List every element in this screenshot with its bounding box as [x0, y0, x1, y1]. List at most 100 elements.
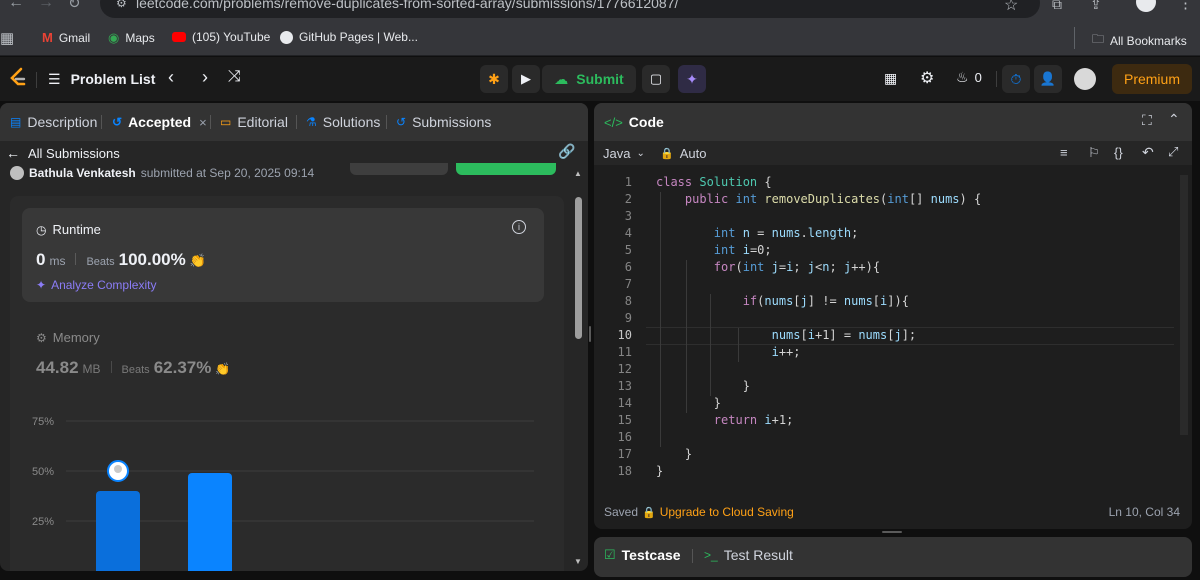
left-scroll-thumb[interactable] [575, 197, 582, 339]
streak-counter[interactable]: ♨ 0 [956, 69, 982, 86]
tab-testcase[interactable]: ☑ Testcase [604, 547, 681, 563]
debug-button[interactable]: ✱ [480, 65, 508, 93]
play-icon: ▶ [521, 71, 531, 86]
chart-bar[interactable] [96, 491, 140, 571]
cloud-upload-icon: ☁ [554, 70, 569, 87]
bookmark-maps[interactable]: ◉ Maps [108, 30, 155, 46]
premium-button[interactable]: Premium [1112, 64, 1192, 94]
panel-resize-handle[interactable] [589, 326, 591, 342]
lock-small-icon: 🔒 [642, 506, 656, 519]
line-number: 4 [624, 226, 632, 240]
tab-accepted[interactable]: ↺ Accepted × [112, 114, 207, 130]
code-tab-bar: </> Code ⛶ ⌃ [594, 103, 1192, 141]
scroll-up-icon[interactable]: ▲ [574, 169, 582, 178]
line-number: 3 [624, 209, 632, 223]
add-collaborator-button[interactable]: 👤 [1034, 65, 1062, 93]
solution-button-partial[interactable] [350, 163, 448, 175]
chart-tick-label: 50% [32, 466, 54, 478]
reload-icon[interactable]: ↻ [68, 0, 81, 12]
user-marker-head [114, 465, 122, 473]
close-icon[interactable]: × [199, 115, 207, 130]
auto-mode[interactable]: 🔒 Auto [660, 146, 706, 161]
shuffle-icon[interactable]: ⤨ [228, 68, 241, 86]
submit-button[interactable]: ☁ Submit [542, 65, 636, 93]
line-number: 17 [617, 447, 632, 461]
tab-editorial[interactable]: ▭ Editorial [220, 114, 288, 130]
tab-solutions[interactable]: ⚗ Solutions [306, 114, 380, 130]
stopwatch-icon: ⏱ [1010, 70, 1022, 87]
bookmark-gmail[interactable]: M Gmail [42, 30, 90, 45]
memory-unit: MB [82, 362, 101, 376]
indent-guide [738, 328, 739, 362]
editorial-button-partial[interactable] [456, 163, 556, 175]
profile-icon[interactable] [1136, 0, 1156, 12]
line-number: 14 [617, 396, 632, 410]
run-button[interactable]: ▶ [512, 65, 540, 93]
chart-bar[interactable] [188, 473, 232, 571]
maximize-icon[interactable]: ⛶ [1142, 112, 1152, 129]
submission-meta: Bathula Venkatesh submitted at Sep 20, 2… [10, 166, 314, 180]
tab-code[interactable]: </> Code [604, 114, 664, 130]
bookmark-icon[interactable]: ⚐ [1088, 145, 1100, 161]
add-user-icon: 👤 [1039, 71, 1057, 86]
code-scrollbar[interactable] [1180, 175, 1188, 435]
runtime-label: Runtime [52, 222, 101, 237]
tab-separator [692, 549, 693, 563]
tab-description[interactable]: ▤ Description [10, 114, 97, 130]
flame-icon: ♨ [956, 69, 969, 85]
upgrade-cloud-saving-link[interactable]: 🔒 Upgrade to Cloud Saving [642, 505, 794, 519]
chevron-down-icon: ⌄ [636, 148, 645, 159]
vertical-resize-handle[interactable] [882, 531, 902, 533]
memory-divider [110, 361, 112, 373]
url-text: leetcode.com/problems/remove-duplicates-… [136, 0, 679, 11]
avatar-small[interactable] [10, 166, 24, 180]
line-number: 15 [617, 413, 632, 427]
tab-test-result[interactable]: >_ Test Result [704, 547, 793, 563]
reset-icon[interactable]: ↶ [1142, 144, 1154, 161]
submissions-icon: ↺ [396, 115, 407, 129]
runtime-card[interactable]: ◷ Runtime i 0 ms Beats 100.00% 👏 ✦ Analy… [22, 208, 544, 302]
github-icon [280, 30, 293, 44]
collapse-icon[interactable]: ⌃ [1168, 111, 1180, 128]
editor-toolbar: Java ⌄ 🔒 Auto ≡ ⚐ {} ↶ ⤢ [594, 141, 1192, 165]
scroll-down-icon[interactable]: ▼ [574, 557, 582, 566]
bookmark-youtube[interactable]: (105) YouTube [172, 30, 270, 44]
line-number: 9 [624, 311, 632, 325]
memory-card[interactable]: ⚙ Memory [36, 330, 100, 345]
share-icon[interactable]: ⇪ [1090, 0, 1102, 13]
star-icon[interactable]: ☆ [1004, 0, 1018, 15]
apps-icon[interactable]: ▦ [0, 29, 14, 47]
site-info-icon[interactable]: ⚙ [116, 0, 127, 10]
settings-icon[interactable]: ⚙ [920, 68, 934, 88]
tab-submissions[interactable]: ↺ Submissions [396, 114, 491, 130]
ai-assist-button[interactable]: ✦ [678, 65, 706, 93]
prev-problem-icon[interactable]: ‹ [168, 67, 174, 88]
problem-list-button[interactable]: ☰ Problem List [48, 69, 155, 89]
language-select[interactable]: Java ⌄ [603, 146, 645, 161]
code-line: class Solution { [656, 175, 772, 189]
info-icon[interactable]: i [512, 220, 526, 234]
chart-tick-label: 25% [32, 516, 54, 528]
avatar[interactable] [1074, 68, 1096, 90]
leetcode-logo[interactable] [8, 67, 28, 89]
format-icon[interactable]: ≡ [1060, 145, 1068, 160]
timer-button[interactable]: ⏱ [1002, 65, 1030, 93]
left-scrollbar[interactable]: ▲ ▼ [572, 169, 584, 571]
notes-button[interactable]: ▢ [642, 65, 670, 93]
link-icon[interactable]: 🔗 [558, 143, 575, 160]
header-divider [36, 72, 37, 88]
code-editor[interactable]: 1 class Solution {2 public int removeDupl… [602, 175, 1174, 495]
forward-icon[interactable]: → [38, 0, 54, 12]
next-problem-icon[interactable]: › [202, 67, 208, 88]
back-icon[interactable]: ← [8, 0, 24, 12]
history-icon: ↺ [112, 115, 123, 129]
bookmark-github[interactable]: GitHub Pages | Web... [280, 30, 418, 44]
all-submissions-link[interactable]: ← All Submissions [6, 145, 120, 161]
braces-icon[interactable]: {} [1114, 145, 1123, 160]
extensions-icon[interactable]: ⧉ [1052, 0, 1062, 13]
analyze-complexity-link[interactable]: ✦ Analyze Complexity [36, 278, 156, 292]
layout-icon[interactable]: ▦ [884, 70, 897, 87]
all-bookmarks[interactable]: 🗀 All Bookmarks [1092, 30, 1187, 51]
expand-icon[interactable]: ⤢ [1168, 144, 1178, 160]
menu-icon[interactable]: ⋮ [1178, 0, 1193, 12]
